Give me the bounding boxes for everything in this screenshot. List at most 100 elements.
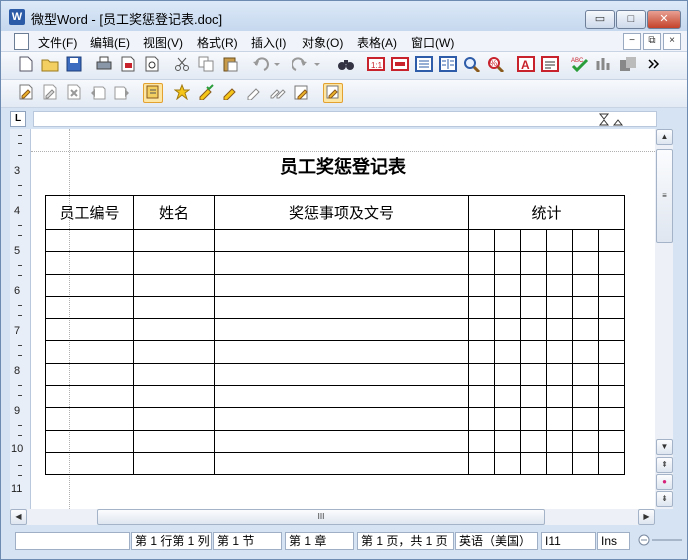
- table-cell[interactable]: [214, 340, 469, 364]
- more-icon[interactable]: [645, 56, 663, 74]
- zoom-percent-icon[interactable]: %: [487, 56, 505, 74]
- table-cell[interactable]: [45, 295, 134, 320]
- menu-file[interactable]: 文件(F): [38, 34, 77, 51]
- table-cell[interactable]: [520, 340, 547, 364]
- table-cell[interactable]: [520, 451, 547, 476]
- columns-icon[interactable]: [595, 56, 613, 74]
- text-box-icon[interactable]: [391, 56, 409, 74]
- table-cell[interactable]: [598, 385, 625, 409]
- header-name[interactable]: 姓名: [133, 195, 215, 230]
- horizontal-scroll-thumb[interactable]: III: [97, 509, 545, 525]
- table-cell[interactable]: [468, 362, 495, 387]
- table-cell[interactable]: [214, 273, 469, 297]
- next-page-button[interactable]: ⇟: [656, 491, 673, 507]
- header-employee-id[interactable]: 员工编号: [45, 195, 134, 230]
- star-icon[interactable]: [173, 83, 191, 102]
- doc-minimize-button[interactable]: −: [623, 33, 641, 50]
- table-cell[interactable]: [45, 407, 134, 431]
- find-icon[interactable]: [337, 56, 355, 74]
- table-cell[interactable]: [468, 295, 495, 320]
- table-cell[interactable]: [133, 451, 215, 476]
- table-cell[interactable]: [546, 228, 573, 253]
- table-cell[interactable]: [572, 407, 599, 431]
- status-insert-mode[interactable]: Ins: [597, 532, 630, 550]
- table-cell[interactable]: [468, 251, 495, 275]
- table-cell[interactable]: [468, 340, 495, 364]
- table-cell[interactable]: [572, 451, 599, 476]
- table-cell[interactable]: [214, 429, 469, 453]
- tab-stop-selector[interactable]: L: [10, 111, 26, 127]
- table-cell[interactable]: [45, 340, 134, 364]
- document-icon[interactable]: [14, 33, 29, 50]
- scroll-down-button[interactable]: ▼: [656, 439, 673, 455]
- table-cell[interactable]: [45, 251, 134, 275]
- header-matter[interactable]: 奖惩事项及文号: [214, 195, 469, 230]
- table-cell[interactable]: [546, 340, 573, 364]
- table-cell[interactable]: [546, 362, 573, 387]
- table-cell[interactable]: [468, 318, 495, 342]
- pen-icon[interactable]: [221, 84, 239, 102]
- horizontal-ruler[interactable]: [33, 111, 657, 127]
- table-cell[interactable]: [133, 251, 215, 275]
- accept-icon[interactable]: [143, 83, 163, 103]
- table-cell[interactable]: [598, 340, 625, 364]
- word-app-icon[interactable]: W: [9, 9, 25, 25]
- page-width-icon[interactable]: 1:1: [367, 56, 385, 74]
- font-color-icon[interactable]: A: [517, 56, 535, 74]
- table-cell[interactable]: [468, 385, 495, 409]
- table-cell[interactable]: [494, 429, 521, 453]
- page-view-icon[interactable]: [415, 56, 433, 74]
- table-cell[interactable]: [214, 251, 469, 275]
- scroll-left-button[interactable]: ◀: [10, 509, 27, 525]
- table-cell[interactable]: [45, 318, 134, 342]
- table-cell[interactable]: [133, 362, 215, 387]
- table-cell[interactable]: [572, 228, 599, 253]
- new-icon[interactable]: [17, 56, 35, 74]
- table-cell[interactable]: [45, 228, 134, 253]
- table-cell[interactable]: [133, 295, 215, 320]
- track-icon[interactable]: [17, 84, 35, 102]
- table-cell[interactable]: [572, 340, 599, 364]
- table-cell[interactable]: [214, 385, 469, 409]
- menu-view[interactable]: 视图(V): [143, 34, 183, 51]
- table-cell[interactable]: [494, 340, 521, 364]
- table-cell[interactable]: [598, 318, 625, 342]
- table-cell[interactable]: [468, 407, 495, 431]
- browse-object-button[interactable]: ●: [656, 474, 673, 490]
- table-cell[interactable]: [133, 318, 215, 342]
- table-cell[interactable]: [546, 407, 573, 431]
- table-cell[interactable]: [468, 429, 495, 453]
- table-cell[interactable]: [214, 451, 469, 476]
- print-icon[interactable]: [95, 56, 113, 74]
- table-cell[interactable]: [468, 273, 495, 297]
- menu-insert[interactable]: 插入(I): [251, 34, 286, 51]
- table-cell[interactable]: [520, 407, 547, 431]
- table-cell[interactable]: [520, 385, 547, 409]
- table-cell[interactable]: [520, 295, 547, 320]
- maximize-button[interactable]: □: [616, 10, 646, 29]
- gray-icon[interactable]: [619, 56, 637, 74]
- check-pen-icon[interactable]: [197, 84, 215, 102]
- minimize-button[interactable]: ▭: [585, 10, 615, 29]
- table-cell[interactable]: [133, 429, 215, 453]
- doc-close-button[interactable]: ×: [663, 33, 681, 50]
- spell-check-icon[interactable]: ABC: [571, 56, 589, 74]
- scroll-right-button[interactable]: ▶: [638, 509, 655, 525]
- table-cell[interactable]: [214, 362, 469, 387]
- table-cell[interactable]: [598, 451, 625, 476]
- table-cell[interactable]: [572, 362, 599, 387]
- table-cell[interactable]: [598, 251, 625, 275]
- table-cell[interactable]: [572, 295, 599, 320]
- table-cell[interactable]: [494, 251, 521, 275]
- table-cell[interactable]: [133, 407, 215, 431]
- redo-icon[interactable]: [291, 56, 321, 74]
- doc-restore-button[interactable]: ⧉: [643, 33, 661, 50]
- open-icon[interactable]: [41, 56, 59, 74]
- table-cell[interactable]: [598, 295, 625, 320]
- table-cell[interactable]: [572, 385, 599, 409]
- table-cell[interactable]: [45, 385, 134, 409]
- table-cell[interactable]: [520, 429, 547, 453]
- full-page-icon[interactable]: [439, 56, 457, 74]
- table-cell[interactable]: [133, 228, 215, 253]
- table-cell[interactable]: [572, 251, 599, 275]
